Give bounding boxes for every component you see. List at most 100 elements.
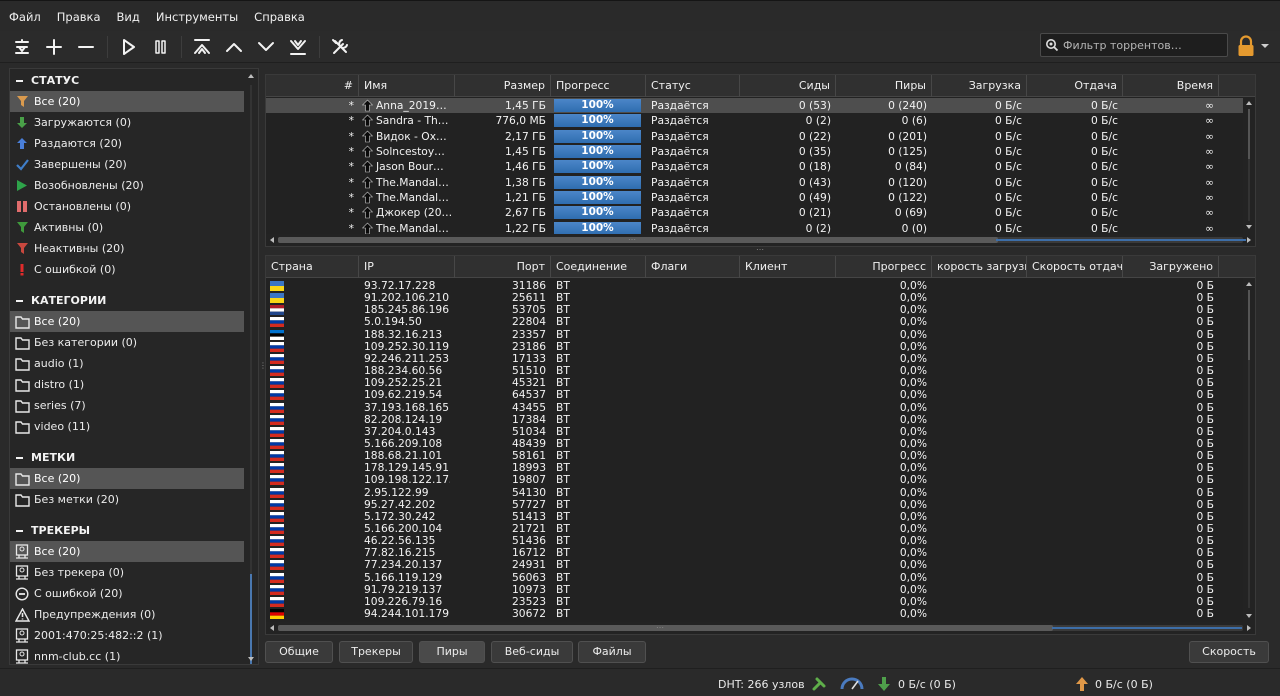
sidebar-item-categories[interactable]: distro (1) — [10, 374, 244, 395]
network-ok-icon[interactable] — [811, 676, 827, 692]
sidebar-section-trackers[interactable]: ТРЕКЕРЫ — [10, 520, 258, 541]
tab-2[interactable]: Пиры — [419, 641, 485, 663]
column-header-7[interactable]: Загрузка — [932, 75, 1027, 97]
move-bottom-button[interactable] — [284, 33, 311, 60]
peer-row[interactable]: 188.234.60.56 51510 BT 0,0% 0 Б — [266, 365, 1228, 377]
peer-row[interactable]: 2.95.122.99 54130 BT 0,0% 0 Б — [266, 487, 1228, 499]
menu-3[interactable]: Инструменты — [147, 6, 245, 26]
column-header-2[interactable]: Размер — [455, 75, 551, 97]
peer-row[interactable]: 109.226.79.16 23523 BT 0,0% 0 Б — [266, 596, 1228, 608]
tab-4[interactable]: Файлы — [578, 641, 646, 663]
move-up-button[interactable] — [220, 33, 247, 60]
sidebar-item-status[interactable]: Раздаются (20) — [10, 133, 244, 154]
peer-row[interactable]: 185.245.86.196 53705 BT 0,0% 0 Б — [266, 304, 1228, 316]
sidebar-item-tags[interactable]: Без метки (20) — [10, 489, 244, 510]
peer-row[interactable]: 109.198.122.173 19807 BT 0,0% 0 Б — [266, 474, 1228, 486]
peer-row[interactable]: 5.166.200.104 21721 BT 0,0% 0 Б — [266, 523, 1228, 535]
peer-row[interactable]: 91.79.219.137 10973 BT 0,0% 0 Б — [266, 584, 1228, 596]
tab-3[interactable]: Веб-сиды — [491, 641, 573, 663]
sidebar-scrollbar[interactable] — [245, 69, 257, 664]
sidebar-item-status[interactable]: Все (20) — [10, 91, 244, 112]
remove-button[interactable] — [72, 33, 99, 60]
peer-list-hscrollbar[interactable]: ⋯ — [266, 622, 1255, 634]
sidebar-item-status[interactable]: Загружаются (0) — [10, 112, 244, 133]
sidebar-section-status[interactable]: СТАТУС — [10, 70, 258, 91]
filter-input[interactable] — [1063, 38, 1213, 52]
column-header-6[interactable]: Прогресс — [836, 256, 932, 278]
sidebar-item-status[interactable]: Остановлены (0) — [10, 196, 244, 217]
peer-row[interactable]: 95.27.42.202 57727 BT 0,0% 0 Б — [266, 499, 1228, 511]
peer-row[interactable]: 5.172.30.242 51413 BT 0,0% 0 Б — [266, 511, 1228, 523]
torrent-list-vscrollbar[interactable] — [1243, 97, 1255, 234]
speed-button[interactable]: Скорость — [1189, 641, 1269, 663]
add-button[interactable] — [40, 33, 67, 60]
settings-button[interactable] — [326, 33, 353, 60]
column-header-1[interactable]: IP — [359, 256, 455, 278]
sidebar-item-trackers[interactable]: Предупреждения (0) — [10, 604, 244, 625]
tab-1[interactable]: Трекеры — [339, 641, 413, 663]
peer-row[interactable]: 188.68.21.101 58161 BT 0,0% 0 Б — [266, 450, 1228, 462]
menu-0[interactable]: Файл — [0, 6, 48, 26]
column-header-5[interactable]: Сиды — [740, 75, 836, 97]
column-header-0[interactable]: # — [266, 75, 359, 97]
sidebar-item-trackers[interactable]: С ошибкой (20) — [10, 583, 244, 604]
pause-button[interactable] — [146, 33, 173, 60]
sidebar-item-status[interactable]: Завершены (20) — [10, 154, 244, 175]
peer-row[interactable]: 82.208.124.19 17384 BT 0,0% 0 Б — [266, 414, 1228, 426]
peer-row[interactable]: 37.193.168.165 43455 BT 0,0% 0 Б — [266, 402, 1228, 414]
peer-row[interactable]: 77.82.16.215 16712 BT 0,0% 0 Б — [266, 547, 1228, 559]
sidebar-item-categories[interactable]: series (7) — [10, 395, 244, 416]
sidebar-item-status[interactable]: Активны (0) — [10, 217, 244, 238]
menu-1[interactable]: Правка — [48, 6, 108, 26]
sidebar-item-categories[interactable]: Без категории (0) — [10, 332, 244, 353]
peer-row[interactable]: 109.252.30.119 23186 BT 0,0% 0 Б — [266, 341, 1228, 353]
sidebar-section-categories[interactable]: КАТЕГОРИИ — [10, 290, 258, 311]
sidebar-item-status[interactable]: Возобновлены (20) — [10, 175, 244, 196]
peer-row[interactable]: 94.244.101.179 30672 BT 0,0% 0 Б — [266, 608, 1228, 620]
filter-box[interactable] — [1040, 33, 1228, 57]
options-button[interactable] — [8, 33, 35, 60]
peer-row[interactable]: 91.202.106.210 25611 BT 0,0% 0 Б — [266, 292, 1228, 304]
column-header-0[interactable]: Страна — [266, 256, 359, 278]
sidebar-item-categories[interactable]: Все (20) — [10, 311, 244, 332]
torrent-row[interactable]: * Solncestoy… 1,45 ГБ 100% Раздаётся 0 (35) 0 … — [266, 144, 1255, 159]
peer-row[interactable]: 5.166.209.108 48439 BT 0,0% 0 Б — [266, 438, 1228, 450]
column-header-8[interactable]: Отдача — [1027, 75, 1123, 97]
move-top-button[interactable] — [188, 33, 215, 60]
peer-row[interactable]: 77.234.20.137 24931 BT 0,0% 0 Б — [266, 559, 1228, 571]
sidebar-item-trackers[interactable]: nnm-club.cc (1) — [10, 646, 244, 664]
torrent-row[interactable]: * Джокер (20… 2,67 ГБ 100% Раздаётся 0 (21) 0 … — [266, 205, 1255, 220]
sidebar-item-trackers[interactable]: 2001:470:25:482::2 (1) — [10, 625, 244, 646]
peer-row[interactable]: 93.72.17.228 31186 BT 0,0% 0 Б — [266, 280, 1228, 292]
move-down-button[interactable] — [252, 33, 279, 60]
torrent-row[interactable]: * Видок - Ох… 2,17 ГБ 100% Раздаётся 0 (22) 0 … — [266, 129, 1255, 144]
peer-row[interactable]: 188.32.16.213 23357 BT 0,0% 0 Б — [266, 329, 1228, 341]
column-header-9[interactable]: Загружено — [1123, 256, 1219, 278]
column-header-2[interactable]: Порт — [455, 256, 551, 278]
torrent-row[interactable]: * The.Mandal… 1,21 ГБ 100% Раздаётся 0 (49) 0 … — [266, 190, 1255, 205]
sidebar-item-status[interactable]: Неактивны (20) — [10, 238, 244, 259]
sidebar-item-tags[interactable]: Все (20) — [10, 468, 244, 489]
column-header-4[interactable]: Флаги — [646, 256, 740, 278]
peer-row[interactable]: 5.0.194.50 22804 BT 0,0% 0 Б — [266, 316, 1228, 328]
column-header-4[interactable]: Статус — [646, 75, 740, 97]
tab-0[interactable]: Общие — [265, 641, 333, 663]
sidebar-section-tags[interactable]: МЕТКИ — [10, 447, 258, 468]
column-header-3[interactable]: Соединение — [551, 256, 646, 278]
sidebar-item-trackers[interactable]: Все (20) — [10, 541, 244, 562]
column-header-6[interactable]: Пиры — [836, 75, 932, 97]
column-header-5[interactable]: Клиент — [740, 256, 836, 278]
peer-row[interactable]: 109.62.219.54 64537 BT 0,0% 0 Б — [266, 389, 1228, 401]
column-header-9[interactable]: Время — [1123, 75, 1219, 97]
peer-row[interactable]: 92.246.211.253 17133 BT 0,0% 0 Б — [266, 353, 1228, 365]
menu-4[interactable]: Справка — [245, 6, 312, 26]
column-header-7[interactable]: корость загрузки — [932, 256, 1027, 278]
column-header-8[interactable]: Скорость отдачи — [1027, 256, 1123, 278]
torrent-row[interactable]: * Anna_2019… 1,45 ГБ 100% Раздаётся 0 (53) 0 (… — [266, 98, 1255, 114]
sidebar-item-categories[interactable]: video (11) — [10, 416, 244, 437]
sidebar-item-categories[interactable]: audio (1) — [10, 353, 244, 374]
peer-row[interactable]: 109.252.25.21 45321 BT 0,0% 0 Б — [266, 377, 1228, 389]
peer-row[interactable]: 46.22.56.135 51436 BT 0,0% 0 Б — [266, 535, 1228, 547]
resume-button[interactable] — [114, 33, 141, 60]
peer-row[interactable]: 37.204.0.143 51034 BT 0,0% 0 Б — [266, 426, 1228, 438]
